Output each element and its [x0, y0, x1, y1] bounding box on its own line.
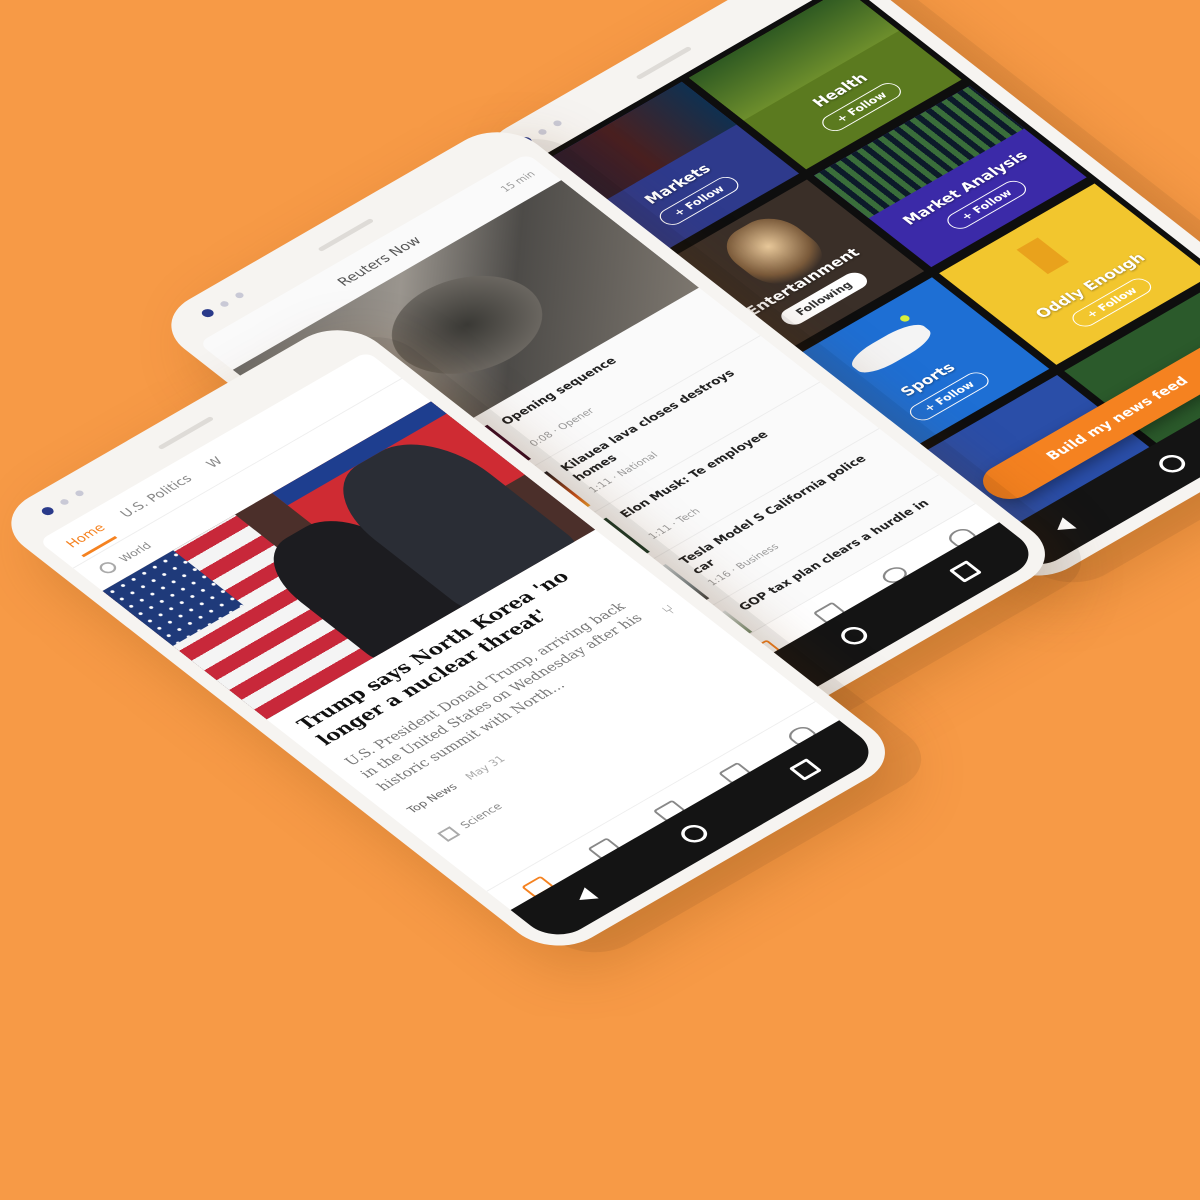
- next-section-header: Science: [437, 800, 505, 842]
- home-icon[interactable]: [1153, 451, 1191, 477]
- recents-icon[interactable]: [789, 758, 823, 781]
- tab-us-politics[interactable]: U.S. Politics: [117, 472, 195, 520]
- tab-home[interactable]: Home: [63, 521, 118, 558]
- home-icon[interactable]: [675, 821, 713, 847]
- globe-icon: [96, 559, 120, 576]
- back-icon[interactable]: [1049, 517, 1077, 536]
- home-icon[interactable]: [835, 623, 873, 649]
- tab-world[interactable]: W: [203, 455, 226, 471]
- back-icon[interactable]: [571, 887, 599, 906]
- section-name: Science: [456, 800, 505, 831]
- article-category[interactable]: Top News: [404, 781, 460, 815]
- front-camera: [199, 290, 246, 319]
- science-icon: [437, 826, 461, 842]
- recents-icon[interactable]: [949, 560, 983, 583]
- front-camera: [39, 488, 86, 517]
- section-name: World: [116, 540, 155, 565]
- stage: Markets + Follow Health + Follow Enterta…: [0, 0, 1200, 1200]
- bottom-tab-bar: [486, 701, 852, 920]
- duration-label: 15 min: [498, 169, 538, 194]
- article-date: May 31: [462, 753, 509, 783]
- share-icon[interactable]: ⑂: [657, 602, 680, 619]
